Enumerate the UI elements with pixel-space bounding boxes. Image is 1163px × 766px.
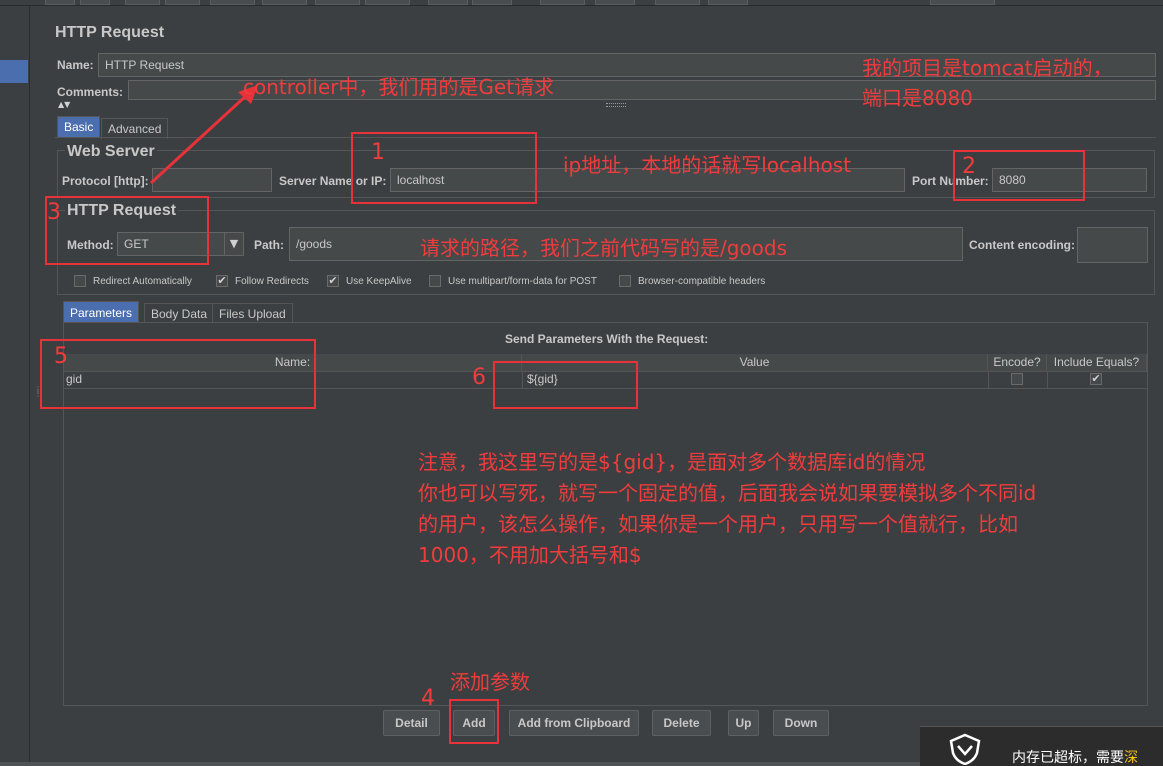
shield-icon — [949, 733, 981, 765]
annotation-path-note: 请求的路径，我们之前代码写的是/goods — [420, 236, 788, 260]
annotation-box-param-value — [493, 361, 638, 409]
annotation-number-1: 1 — [371, 140, 385, 165]
annotation-number-5: 5 — [54, 344, 68, 369]
annotation-get-note: controller中，我们用的是Get请求 — [243, 75, 555, 99]
annotation-number-4: 4 — [421, 686, 435, 711]
memory-notification[interactable]: 内存已超标，需要深 — [920, 726, 1163, 766]
annotation-notice-line: 1000，不用加大括号和$ — [418, 543, 642, 567]
annotation-notice-line: 注意，我这里写的是${gid}，是面对多个数据库id的情况 — [418, 450, 926, 474]
notification-text: 内存已超标，需要深 — [1012, 747, 1138, 766]
annotation-notice-line: 你也可以写死，就写一个固定的值，后面我会说如果要模拟多个不同id — [418, 481, 1037, 505]
annotation-box-method — [45, 196, 209, 265]
annotation-add-param: 添加参数 — [450, 670, 530, 694]
annotation-ip-note: ip地址，本地的话就写localhost — [563, 153, 852, 177]
annotation-tomcat-line2: 端口是8080 — [862, 86, 973, 110]
annotation-notice-line: 的用户，该怎么操作，如果你是一个用户，只用写一个值就行，比如 — [418, 512, 1018, 536]
notification-text-highlight: 深 — [1124, 750, 1138, 766]
annotation-number-3: 3 — [47, 200, 61, 225]
annotation-number-2: 2 — [962, 154, 976, 179]
notification-text-normal: 内存已超标，需要 — [1012, 750, 1124, 766]
annotation-notice: 注意，我这里写的是${gid}，是面对多个数据库id的情况 你也可以写死，就写一… — [418, 447, 1036, 571]
annotation-number-6: 6 — [472, 365, 486, 390]
annotation-box-add — [449, 699, 499, 744]
annotation-tomcat-line1: 我的项目是tomcat启动的， — [862, 56, 1113, 80]
annotation-box-param-name — [40, 339, 316, 409]
